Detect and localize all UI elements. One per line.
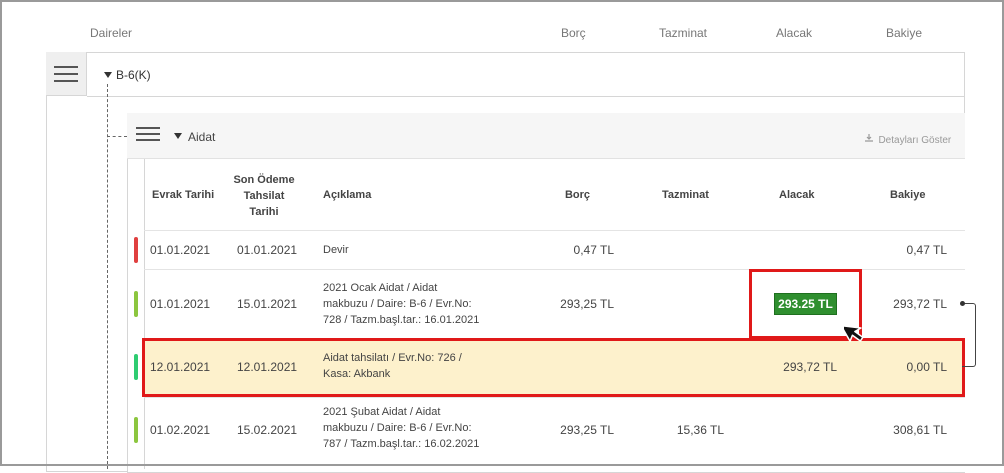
tree-connector (107, 84, 108, 469)
caret-down-icon[interactable] (174, 133, 182, 139)
details-link-label: Detayları Göster (878, 135, 952, 147)
column-header-daireler: Daireler (90, 26, 133, 40)
th-tazminat: Tazminat (662, 189, 709, 201)
status-indicator (134, 291, 138, 317)
desc-line: makbuzu / Daire: B-6 / Evr.No: (323, 422, 472, 434)
th-aciklama: Açıklama (323, 189, 372, 201)
cell-bakiye: 293,72 TL (893, 297, 947, 311)
row-highlight-frame (142, 338, 965, 397)
cell-evrak-tarihi: 01.02.2021 (150, 423, 211, 437)
desc-line: 728 / Tazm.başl.tar.: 16.01.2021 (323, 314, 480, 326)
cell-borc: 0,47 TL (573, 243, 614, 257)
bracket-dot (960, 301, 965, 306)
details-link[interactable]: Detayları Göster (864, 130, 951, 148)
cell-tazminat: 15,36 TL (676, 423, 724, 437)
cell-evrak-tarihi: 01.01.2021 (150, 297, 211, 311)
column-header-alacak: Alacak (776, 26, 813, 40)
cell-bakiye: 0,47 TL (906, 243, 947, 257)
balance-bracket (962, 303, 976, 367)
th-borc: Borç (564, 189, 590, 201)
caret-down-icon[interactable] (104, 72, 112, 78)
group-header (127, 113, 965, 159)
cell-son-odeme: 15.01.2021 (237, 297, 298, 311)
desc-line: makbuzu / Daire: B-6 / Evr.No: (323, 298, 472, 310)
desc-line: 787 / Tazm.başl.tar.: 16.02.2021 (323, 438, 480, 450)
cell-aciklama: 2021 Ocak Aidat / Aidat makbuzu / Daire:… (323, 280, 479, 328)
status-indicator (134, 354, 138, 380)
row-divider (144, 230, 965, 231)
cell-aciklama: Devir (323, 244, 349, 256)
status-indicator (134, 417, 138, 443)
cell-son-odeme: 15.02.2021 (237, 423, 298, 437)
column-header-borc: Borç (561, 26, 586, 40)
desc-line: 2021 Şubat Aidat / Aidat (323, 406, 441, 418)
th-son-odeme: Son Ödeme Tahsilat Tarihi (233, 174, 295, 218)
column-header-bakiye: Bakiye (886, 26, 923, 40)
th-evrak-tarihi: Evrak Tarihi (152, 189, 215, 201)
cell-borc: 293,25 TL (560, 297, 614, 311)
unit-menu-button[interactable] (46, 52, 87, 96)
status-indicator (134, 237, 138, 263)
cell-borc: 293,25 TL (560, 423, 614, 437)
th-bakiye: Bakiye (890, 189, 926, 201)
mouse-cursor-icon (840, 318, 876, 353)
cell-bakiye: 308,61 TL (893, 423, 947, 437)
th-alacak: Alacak (779, 189, 815, 201)
unit-name[interactable]: B-6(K) (116, 68, 151, 82)
row-divider (144, 397, 965, 398)
download-icon (864, 130, 874, 148)
unit-header-divider (87, 96, 965, 97)
column-header-tazminat: Tazminat (659, 26, 708, 40)
cell-aciklama: 2021 Şubat Aidat / Aidat makbuzu / Daire… (323, 404, 479, 452)
cell-evrak-tarihi: 01.01.2021 (150, 243, 211, 257)
tree-connector-branch (107, 136, 127, 137)
desc-line: 2021 Ocak Aidat / Aidat (323, 282, 438, 294)
cell-son-odeme: 01.01.2021 (237, 243, 298, 257)
group-name[interactable]: Aidat (188, 130, 215, 144)
